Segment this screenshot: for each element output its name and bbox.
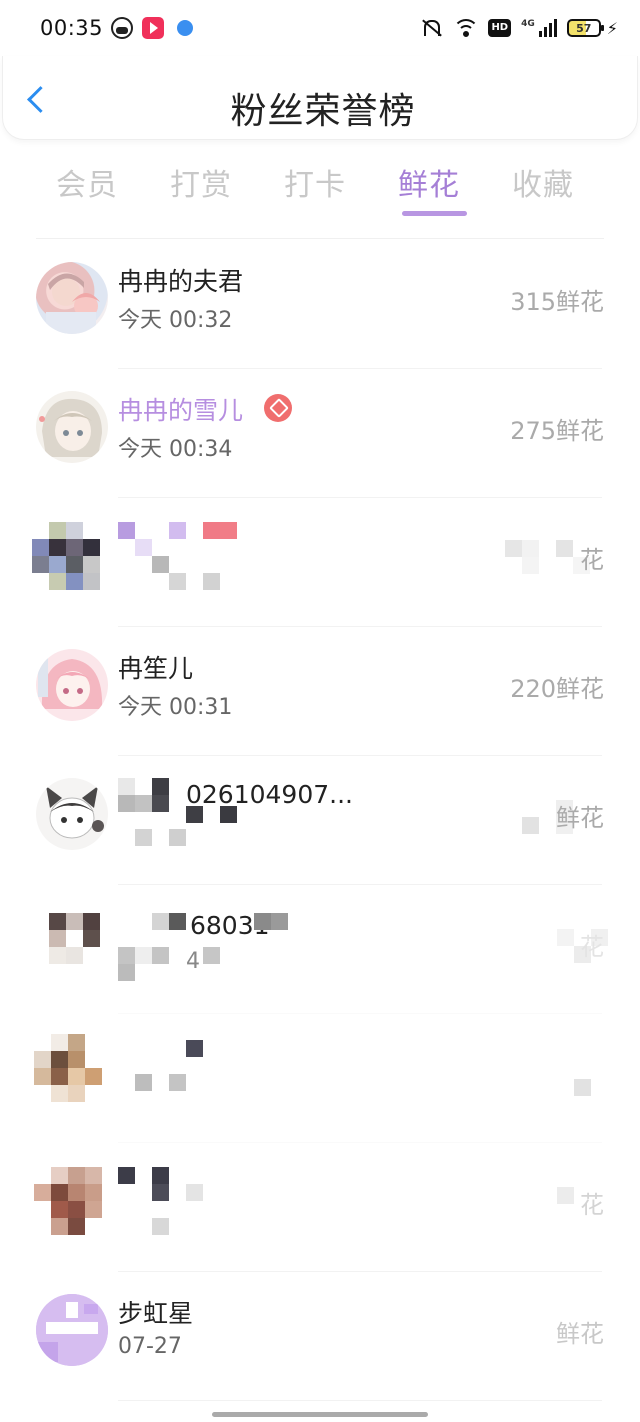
tab-membership[interactable]: 会员	[30, 160, 144, 220]
fan-name: 026104907...	[186, 780, 353, 809]
list-item[interactable]: 花	[0, 1143, 640, 1272]
avatar	[34, 1034, 119, 1119]
tab-checkin[interactable]: 打卡	[258, 160, 372, 220]
fan-name	[118, 522, 237, 590]
avatar	[32, 522, 100, 590]
status-icons: HD 4G 57 ⚡	[418, 15, 618, 41]
bird-app-icon	[177, 20, 193, 36]
count-blur	[505, 540, 590, 574]
avatar	[36, 649, 108, 721]
list-item[interactable]: 冉笙儿 今天 00:31 220鲜花	[0, 627, 640, 756]
flower-count: 220鲜花	[510, 675, 604, 703]
active-tab-indicator	[402, 211, 467, 216]
list-item[interactable]: 冉冉的雪儿 今天 00:34 275鲜花	[0, 369, 640, 498]
diamond-icon	[264, 394, 292, 422]
name-blur	[118, 1167, 203, 1235]
header-bar: 粉丝荣誉榜	[2, 56, 638, 140]
fan-name: 冉笙儿	[118, 654, 194, 683]
flower-count: 花	[580, 1191, 604, 1219]
battery-level: 57	[576, 21, 592, 35]
flower-count: 315鲜花	[510, 288, 604, 316]
avatar	[34, 1167, 119, 1235]
app-panda-icon	[111, 17, 133, 39]
flower-count: 鲜花	[556, 1320, 604, 1348]
divider	[118, 1400, 602, 1401]
fan-name: 冉冉的夫君	[118, 267, 244, 296]
fan-time: 07-27	[118, 1334, 182, 1359]
avatar	[36, 1294, 108, 1366]
tab-reward[interactable]: 打赏	[144, 160, 258, 220]
flower-count: 花	[580, 546, 604, 574]
avatar	[36, 391, 108, 463]
fan-time: 4	[186, 949, 200, 974]
fan-time: 今天 00:32	[118, 308, 233, 333]
avatar	[36, 778, 108, 850]
mute-icon	[418, 18, 444, 38]
charging-icon: ⚡	[606, 18, 618, 38]
count-blur	[574, 1062, 608, 1096]
battery-icon: 57	[566, 19, 604, 37]
avatar	[32, 913, 100, 981]
status-time: 00:35	[40, 16, 104, 40]
divider	[36, 238, 604, 239]
hd-icon: HD	[488, 19, 512, 37]
list-item[interactable]: 花	[0, 498, 640, 627]
name-blur	[186, 806, 237, 823]
wifi-icon	[454, 19, 479, 37]
list-item[interactable]	[0, 1014, 640, 1143]
list-item[interactable]: 026104907... 鲜花	[0, 756, 640, 885]
list-item[interactable]: 冉冉的夫君 今天 00:32 315鲜花	[0, 240, 640, 369]
status-bar: 00:35 HD 4G 57 ⚡	[0, 0, 640, 56]
list-item[interactable]: 68031 4 花	[0, 885, 640, 1014]
flower-count: 275鲜花	[510, 417, 604, 445]
page-title: 粉丝荣誉榜	[230, 91, 416, 132]
list-item[interactable]: 步虹星 07-27 鲜花	[0, 1272, 640, 1401]
fan-name-vip: 冉冉的雪儿	[118, 396, 244, 425]
home-indicator[interactable]	[212, 1412, 428, 1417]
fan-name: 步虹星	[118, 1299, 194, 1328]
flower-count: 花	[580, 933, 604, 961]
name-blur	[118, 778, 186, 846]
signal-icon: 4G	[521, 19, 557, 37]
tab-bar: 会员 打赏 打卡 鲜花 收藏	[30, 160, 610, 220]
video-app-icon	[142, 17, 164, 39]
tab-collection[interactable]: 收藏	[486, 160, 600, 220]
network-label: 4G	[521, 19, 535, 29]
fan-time: 今天 00:34	[118, 437, 233, 462]
name-blur	[118, 1040, 203, 1108]
avatar	[36, 262, 108, 334]
flower-count: 鲜花	[556, 804, 604, 832]
fan-time: 今天 00:31	[118, 695, 233, 720]
name-blur	[254, 913, 305, 930]
